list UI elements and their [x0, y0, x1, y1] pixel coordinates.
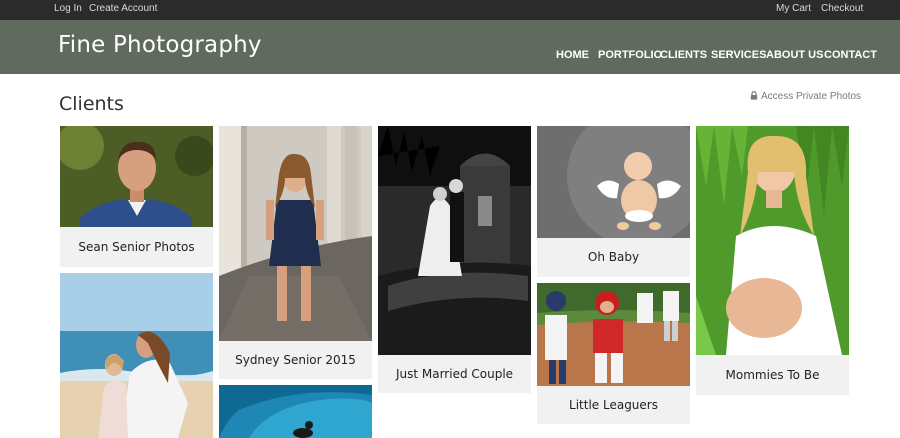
gallery-card-beach[interactable] [60, 273, 213, 438]
lock-icon [750, 91, 758, 100]
gallery-card-little-leaguers[interactable]: Little Leaguers [537, 283, 690, 424]
gallery-photo [696, 126, 849, 355]
site-header: Fine Photography HOME PORTFOLIO CLIENTS … [0, 20, 900, 74]
nav-home[interactable]: HOME [556, 49, 589, 61]
nav-clients[interactable]: CLIENTS [660, 49, 707, 61]
gallery-photo [219, 126, 372, 341]
gallery-caption: Mommies To Be [696, 355, 849, 395]
gallery-photo [537, 126, 690, 238]
gallery-card-surf[interactable] [219, 385, 372, 438]
checkout-link[interactable]: Checkout [821, 3, 863, 14]
page-title: Clients [59, 93, 124, 115]
top-utility-bar: Log In Create Account My Cart Checkout [0, 0, 900, 20]
gallery-card-sean-senior[interactable]: Sean Senior Photos [60, 126, 213, 267]
nav-portfolio[interactable]: PORTFOLIO [598, 49, 662, 61]
gallery-photo [60, 126, 213, 227]
site-logo[interactable]: Fine Photography [58, 32, 262, 58]
gallery-caption: Sean Senior Photos [60, 227, 213, 267]
my-cart-link[interactable]: My Cart [776, 3, 811, 14]
private-photos-label: Access Private Photos [761, 91, 862, 102]
login-link[interactable]: Log In [54, 3, 82, 14]
gallery-caption: Just Married Couple [378, 355, 531, 393]
gallery-caption: Little Leaguers [537, 386, 690, 424]
gallery-card-sydney-senior[interactable]: Sydney Senior 2015 [219, 126, 372, 379]
gallery-photo [537, 283, 690, 386]
gallery-caption: Oh Baby [537, 238, 690, 277]
gallery-card-mommies-to-be[interactable]: Mommies To Be [696, 126, 849, 395]
nav-services[interactable]: SERVICES [711, 49, 766, 61]
gallery-card-just-married[interactable]: Just Married Couple [378, 126, 531, 393]
gallery-photo [378, 126, 531, 355]
create-account-link[interactable]: Create Account [89, 3, 157, 14]
gallery-photo [219, 385, 372, 438]
gallery-caption: Sydney Senior 2015 [219, 341, 372, 379]
nav-about-us[interactable]: ABOUT US [766, 49, 823, 61]
gallery-card-oh-baby[interactable]: Oh Baby [537, 126, 690, 277]
nav-contact[interactable]: CONTACT [824, 49, 877, 61]
private-photos-link[interactable]: Access Private Photos [750, 91, 861, 102]
gallery-photo [60, 273, 213, 438]
